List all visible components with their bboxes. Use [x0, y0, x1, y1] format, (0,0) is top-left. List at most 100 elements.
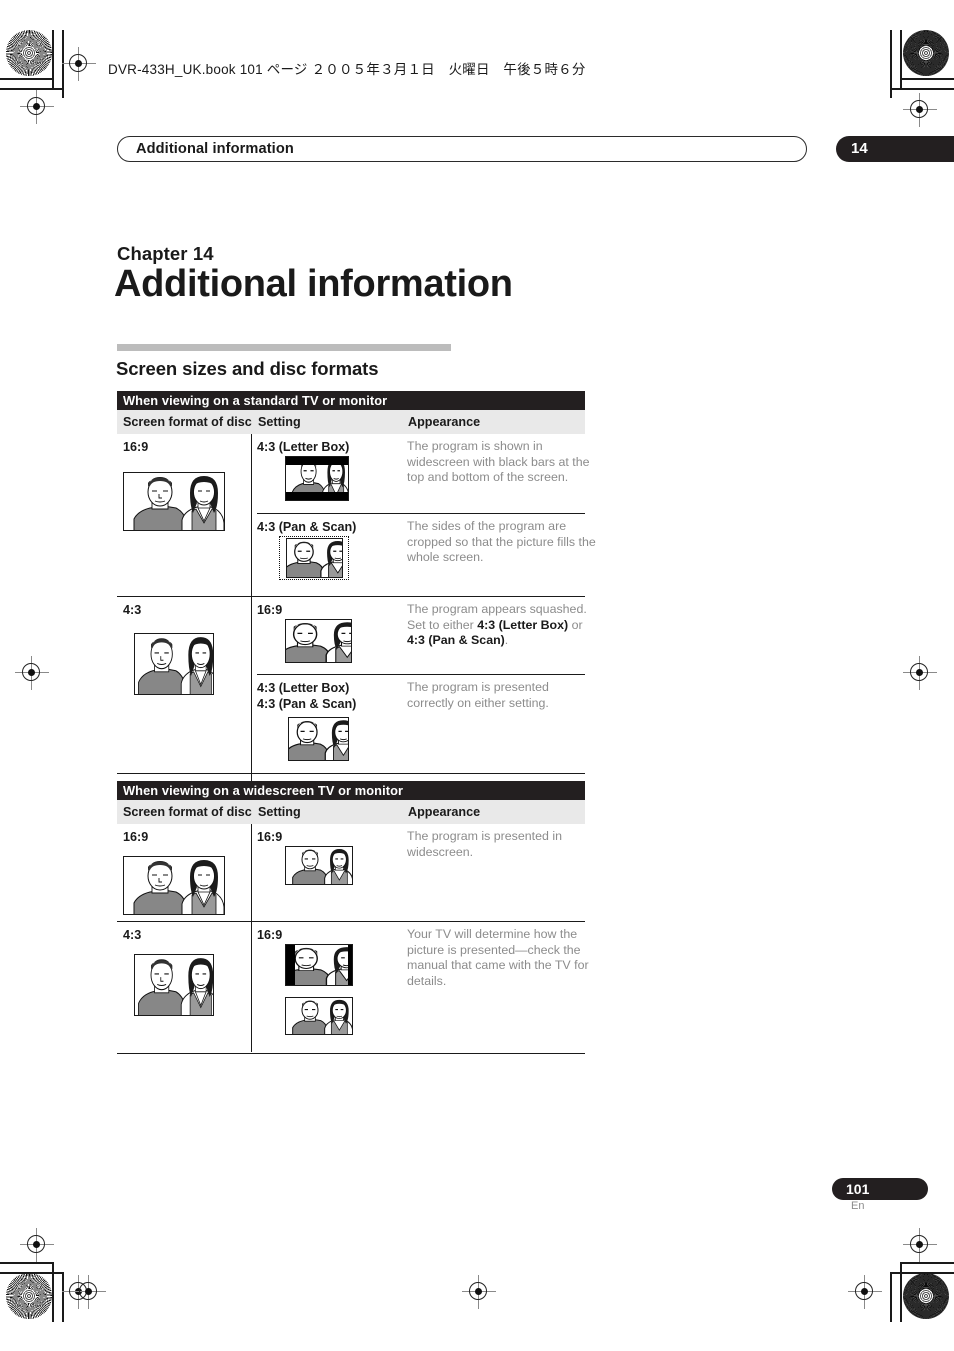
page-number: 101: [846, 1181, 870, 1197]
illustration-two-people: [286, 847, 352, 884]
registration-crosshair-left-upper: [20, 90, 54, 124]
registration-rosette-top-left: [6, 30, 52, 76]
disc-format-label: 4:3: [123, 603, 142, 617]
column-header-appearance: Appearance: [408, 805, 481, 819]
table-body: 16:9: [117, 434, 596, 818]
column-header-setting: Setting: [258, 415, 301, 429]
tv-picture-16x9: [123, 856, 225, 915]
illustration-two-people: [289, 718, 348, 760]
table-row: 4:3: [117, 922, 589, 1054]
registration-crosshair-right-middle: [903, 656, 937, 690]
table-column-header: Screen format of disc Setting Appearance: [117, 410, 585, 434]
setting-label-line1: 4:3 (Letter Box): [257, 681, 350, 695]
registration-crosshair-left-lower: [20, 1228, 54, 1262]
crop-rule-bottom-right-h: [900, 1262, 954, 1264]
running-head-title: Additional information: [136, 141, 294, 157]
table-subrow: 16:9 The program is presented in widescr…: [257, 824, 585, 921]
illustration-two-people: [135, 634, 213, 694]
cell-disc-format: 16:9: [123, 830, 247, 915]
tv-picture-squashed: [285, 619, 352, 663]
table-widescreen-tv: When viewing on a widescreen TV or monit…: [117, 781, 589, 1054]
appearance-text: The program is shown in widescreen with …: [407, 439, 590, 485]
table-subrow: 16:9 The program appears squashed. Set t…: [257, 597, 587, 675]
table-subrow: 4:3 (Pan & Scan) The sides of the progra…: [257, 514, 596, 595]
illustration-two-people: [124, 473, 224, 530]
chapter-number-label: 14: [851, 140, 868, 157]
table-standard-tv: When viewing on a standard TV or monitor…: [117, 391, 596, 818]
illustration-two-people: [287, 539, 342, 577]
disc-format-label: 16:9: [123, 440, 149, 454]
registration-crosshair-bottom-center: [462, 1275, 496, 1309]
table-subrow: 16:9 Your TV will determine how the pict…: [257, 922, 589, 1053]
tv-picture-letterbox: [285, 456, 349, 501]
crop-rule-top-right-h: [900, 78, 954, 80]
section-rule: [117, 344, 451, 351]
table-subrow: 4:3 (Letter Box) The program is shown in…: [257, 434, 590, 514]
illustration-two-people: [124, 857, 224, 914]
setting-label: 16:9: [257, 603, 283, 617]
crop-rule-bottom-right-h2: [890, 1272, 954, 1274]
registration-crosshair-bottom-left-inner: [72, 1275, 106, 1309]
crop-rule-top-right-h2: [890, 88, 954, 90]
crop-rule-bottom-left-v: [52, 1262, 54, 1322]
illustration-two-people: [135, 955, 213, 1015]
registration-crosshair-top-left: [62, 47, 96, 81]
table-body: 16:9: [117, 824, 589, 1054]
registration-crosshair-left-middle: [15, 656, 49, 690]
book-file-header-line: DVR-433H_UK.book 101 ページ ２００５年３月１日 火曜日 午…: [108, 62, 586, 77]
registration-rosette-bottom-right: [903, 1273, 949, 1319]
tv-picture-normal-small: [288, 717, 349, 761]
crop-rule-bottom-right-v: [900, 1262, 902, 1322]
disc-format-label: 16:9: [123, 830, 149, 844]
chapter-label: Chapter 14: [117, 243, 214, 264]
column-header-format: Screen format of disc: [123, 805, 252, 819]
setting-label: 16:9: [257, 830, 283, 844]
appearance-text: The sides of the program are cropped so …: [407, 519, 596, 565]
registration-rosette-top-right: [903, 30, 949, 76]
crop-rule-top-left-h: [0, 78, 53, 80]
appearance-text: The program is presented in widescreen.: [407, 829, 562, 859]
cell-disc-format: 4:3: [123, 928, 247, 1016]
setting-label: 4:3 (Letter Box): [257, 440, 350, 454]
tv-picture-4x3: [134, 954, 214, 1016]
registration-crosshair-right-lower: [903, 1228, 937, 1262]
registration-rosette-bottom-left: [6, 1273, 52, 1319]
page-number-tab: 101: [832, 1178, 928, 1200]
appearance-text: The program appears squashed. Set to eit…: [407, 602, 587, 648]
illustration-two-people: [286, 620, 351, 662]
section-title: Screen sizes and disc formats: [116, 358, 379, 379]
page-title: Additional information: [114, 263, 513, 305]
tv-picture-4x3: [134, 633, 214, 695]
registration-crosshair-bottom-right-inner: [848, 1275, 882, 1309]
setting-label: 16:9: [257, 928, 283, 942]
appearance-text: Your TV will determine how the picture i…: [407, 927, 589, 988]
tv-picture-pillarbox: [285, 944, 353, 986]
column-header-setting: Setting: [258, 805, 301, 819]
tv-picture-wide-small: [285, 846, 353, 885]
appearance-text: The program is presented correctly on ei…: [407, 680, 549, 710]
disc-format-label: 4:3: [123, 928, 142, 942]
column-header-appearance: Appearance: [408, 415, 481, 429]
illustration-two-people: [286, 945, 352, 985]
running-head-pill: Additional information: [117, 136, 807, 162]
table-row: 16:9: [117, 434, 596, 597]
tv-picture-pan-scan: [286, 538, 343, 578]
crop-rule-bottom-right-v2: [890, 1272, 892, 1322]
illustration-two-people: [286, 998, 352, 1034]
registration-crosshair-right-upper: [903, 93, 937, 127]
column-header-format: Screen format of disc: [123, 415, 252, 429]
page-language-code: En: [851, 1200, 865, 1212]
table-column-header: Screen format of disc Setting Appearance: [117, 800, 585, 824]
setting-label: 4:3 (Pan & Scan): [257, 520, 357, 534]
setting-label: 4:3 (Letter Box) 4:3 (Pan & Scan): [257, 681, 356, 712]
tv-picture-16x9: [123, 472, 225, 531]
table-subrow: 4:3 (Letter Box) 4:3 (Pan & Scan) The pr…: [257, 675, 585, 772]
setting-label-line2: 4:3 (Pan & Scan): [257, 696, 357, 711]
table-row: 4:3: [117, 597, 587, 774]
table-banner: When viewing on a widescreen TV or monit…: [117, 781, 585, 800]
chapter-number-tab: 14: [836, 136, 954, 162]
cell-disc-format: 16:9: [123, 440, 247, 531]
table-row: 16:9: [117, 824, 585, 922]
crop-rule-bottom-left-h: [0, 1262, 53, 1264]
crop-rule-bottom-left-h2: [0, 1272, 63, 1274]
